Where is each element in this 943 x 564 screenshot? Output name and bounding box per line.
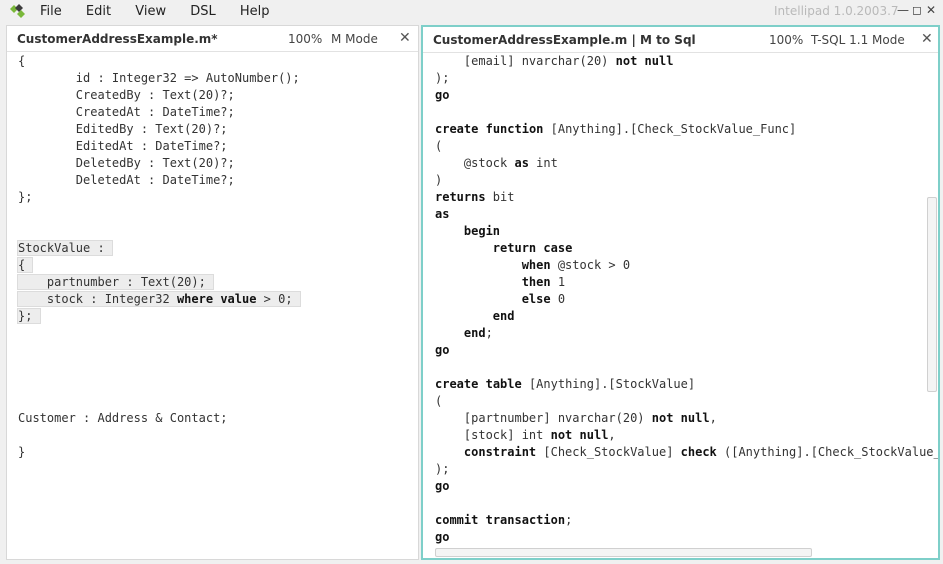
- left-mode-label[interactable]: M Mode: [331, 32, 378, 46]
- code-line: (: [435, 139, 443, 153]
- left-zoom-level[interactable]: 100%: [288, 32, 322, 46]
- code-line: [stock] int not null,: [435, 428, 616, 442]
- menu-view[interactable]: View: [135, 4, 166, 19]
- right-pane-header: CustomerAddressExample.m | M to Sql 100%…: [423, 27, 938, 53]
- code-line: ​: [18, 325, 300, 342]
- code-line: );: [435, 71, 450, 85]
- code-line: commit transaction;: [435, 513, 573, 527]
- code-line: stock : Integer32 where value > 0;: [17, 291, 301, 307]
- code-line: ​: [18, 359, 300, 376]
- vertical-scrollbar[interactable]: [927, 197, 937, 392]
- code-line: ​: [18, 223, 300, 240]
- code-line: go: [435, 530, 450, 544]
- code-line: ​: [18, 427, 300, 444]
- code-line: (: [435, 394, 443, 408]
- right-zoom-level[interactable]: 100%: [769, 33, 803, 47]
- right-editor-pane[interactable]: CustomerAddressExample.m | M to Sql 100%…: [421, 25, 940, 560]
- left-pane-title: CustomerAddressExample.m*: [17, 32, 218, 46]
- maximize-button[interactable]: ◻: [911, 3, 923, 17]
- code-line: ​: [435, 495, 938, 512]
- code-line: ): [435, 173, 443, 187]
- left-pane-header: CustomerAddressExample.m* 100% M Mode ✕: [7, 26, 418, 52]
- code-line: as: [435, 207, 450, 221]
- code-line: else 0: [521, 292, 566, 306]
- code-line: EditedAt : DateTime?;: [18, 139, 228, 153]
- code-line: begin: [463, 224, 501, 238]
- code-line: go: [435, 88, 450, 102]
- code-line: ​: [18, 393, 300, 410]
- code-line: ​: [18, 342, 300, 359]
- right-pane-title: CustomerAddressExample.m | M to Sql: [433, 33, 696, 47]
- left-pane-close-icon[interactable]: ✕: [399, 30, 411, 46]
- code-line: go: [435, 343, 450, 357]
- menu-edit[interactable]: Edit: [86, 4, 111, 19]
- code-line: };: [18, 190, 33, 204]
- minimize-button[interactable]: —: [897, 3, 909, 17]
- code-line: @stock as int: [435, 156, 558, 170]
- code-line: ​: [18, 206, 300, 223]
- intellipad-logo-icon: [10, 4, 25, 18]
- code-line: end;: [463, 326, 493, 340]
- code-line: id : Integer32 => AutoNumber();: [18, 71, 300, 85]
- code-line: [email] nvarchar(20) not null: [435, 54, 674, 68]
- code-line: );: [435, 462, 450, 476]
- code-line: EditedBy : Text(20)?;: [18, 122, 228, 136]
- code-line: returns bit: [435, 190, 515, 204]
- code-line: {: [16, 257, 34, 273]
- menu-help[interactable]: Help: [240, 4, 270, 19]
- code-line: DeletedAt : DateTime?;: [18, 173, 235, 187]
- right-pane-close-icon[interactable]: ✕: [921, 31, 933, 47]
- code-line: create function [Anything].[Check_StockV…: [435, 122, 797, 136]
- code-line: create table [Anything].[StockValue]: [435, 377, 696, 391]
- left-editor-pane[interactable]: CustomerAddressExample.m* 100% M Mode ✕ …: [6, 25, 419, 560]
- close-window-button[interactable]: ✕: [925, 3, 937, 17]
- code-line: }: [18, 445, 26, 459]
- code-line: CreatedAt : DateTime?;: [18, 105, 235, 119]
- code-line: when @stock > 0: [521, 258, 631, 272]
- code-line: end: [492, 309, 515, 323]
- menu-dsl[interactable]: DSL: [190, 4, 216, 19]
- code-line: Customer : Address & Contact;: [18, 411, 228, 425]
- code-line: };: [17, 308, 41, 324]
- code-line: ​: [18, 376, 300, 393]
- code-line: DeletedBy : Text(20)?;: [18, 156, 235, 170]
- right-mode-label[interactable]: T-SQL 1.1 Mode: [811, 33, 905, 47]
- code-line: constraint [Check_StockValue] check ([An…: [463, 445, 940, 459]
- code-line: return case: [492, 241, 573, 255]
- horizontal-scrollbar[interactable]: [435, 548, 812, 557]
- left-code-editor[interactable]: { id : Integer32 => AutoNumber(); Create…: [16, 53, 301, 461]
- code-line: then 1: [521, 275, 566, 289]
- code-line: {: [18, 54, 26, 68]
- code-line: [partnumber] nvarchar(20) not null,: [435, 411, 717, 425]
- menu-file[interactable]: File: [40, 4, 62, 19]
- code-line: StockValue :: [17, 240, 113, 256]
- menu-bar: File Edit View DSL Help: [40, 4, 290, 19]
- code-line: partnumber : Text(20);: [16, 274, 215, 290]
- code-line: ​: [435, 359, 938, 376]
- right-code-editor[interactable]: [email] nvarchar(20) not null);go​create…: [435, 53, 940, 546]
- code-line: ​: [435, 104, 938, 121]
- title-bar: File Edit View DSL Help Intellipad 1.0.2…: [0, 0, 943, 24]
- code-line: CreatedBy : Text(20)?;: [18, 88, 235, 102]
- app-title: Intellipad 1.0.2003.7: [774, 4, 899, 18]
- code-line: go: [435, 479, 450, 493]
